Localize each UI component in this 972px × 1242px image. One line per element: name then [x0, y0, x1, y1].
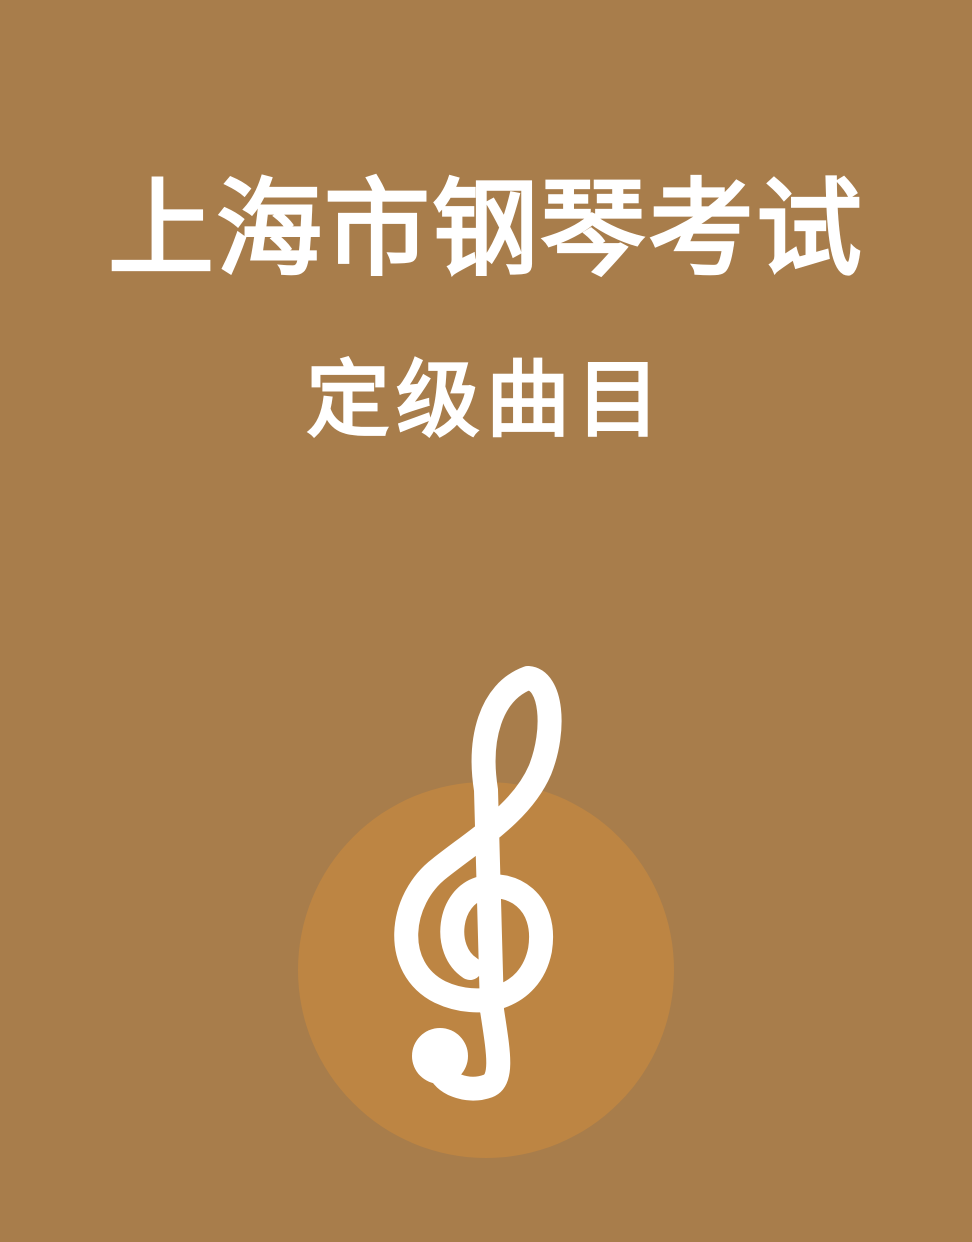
clef-knob — [412, 1028, 468, 1084]
treble-clef-emblem — [298, 666, 674, 1158]
book-cover: 上海市钢琴考试 定级曲目 — [0, 0, 972, 1242]
